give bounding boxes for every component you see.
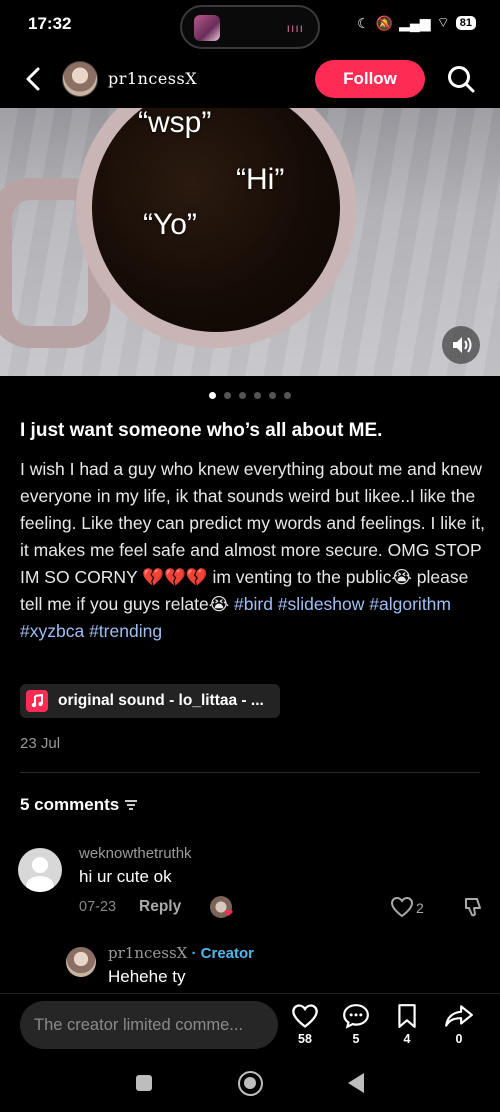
comment-bubble-icon (343, 1004, 369, 1029)
wifi-icon: ⌔ (436, 14, 450, 30)
search-icon[interactable] (446, 64, 476, 94)
sound-label: original sound - lo_littaa - ... (58, 692, 264, 709)
status-bar: 17:32 ıııı ☾ 🔕 ▂▄▆ ⌔ 81 (0, 0, 500, 52)
post-header: pr1ncessX Follow (0, 56, 500, 102)
speaker-icon (453, 337, 472, 353)
crying-emoji: 😭 (391, 567, 412, 587)
share-button[interactable]: 0 (439, 1003, 479, 1046)
sort-icon[interactable] (123, 798, 139, 812)
author-username[interactable]: pr1ncessX (108, 69, 197, 88)
overlay-text-yo: “Yo” (143, 208, 197, 241)
signal-icon: ▂▄▆ (399, 14, 431, 31)
comment-button[interactable]: 5 (336, 1003, 376, 1046)
comment-text: hi ur cute ok (79, 867, 172, 886)
post-date: 23 Jul (20, 735, 61, 752)
back-triangle-icon[interactable] (348, 1073, 364, 1093)
creator-reply-avatar[interactable] (66, 947, 96, 977)
commenter-avatar[interactable] (18, 848, 62, 892)
follow-button[interactable]: Follow (315, 60, 425, 98)
now-playing-thumbnail (194, 15, 220, 41)
status-icons: ☾ 🔕 ▂▄▆ ⌔ 81 (357, 14, 476, 32)
share-arrow-icon (445, 1005, 473, 1027)
dislike-icon[interactable] (462, 896, 484, 918)
comment-like-count: 2 (416, 900, 424, 916)
volume-button[interactable] (442, 326, 480, 364)
slide-indicator (0, 392, 500, 399)
hashtag-link[interactable]: #algorithm (369, 594, 451, 614)
slideshow-media[interactable]: “wsp” “Hi” “Yo” (0, 108, 500, 376)
share-count: 0 (455, 1032, 463, 1046)
system-nav-bar (0, 1055, 500, 1112)
creator-liked-heart-icon: ❤ (224, 908, 234, 920)
back-arrow-icon[interactable] (22, 66, 46, 92)
home-icon[interactable] (238, 1071, 263, 1096)
caption-body: I wish I had a guy who knew everything a… (20, 456, 485, 645)
comment-username[interactable]: weknowthetruthk (79, 845, 192, 862)
recents-icon[interactable] (136, 1075, 152, 1091)
creator-badge: · Creator (187, 945, 255, 962)
slide-dot[interactable] (224, 392, 231, 399)
slide-dot[interactable] (254, 392, 261, 399)
dnd-moon-icon: ☾ (357, 14, 370, 31)
overlay-text-hi: “Hi” (236, 163, 285, 196)
save-count: 4 (403, 1032, 411, 1046)
comment-date: 07-23 (79, 899, 117, 915)
hashtag-link[interactable]: #xyzbca (20, 621, 84, 641)
comment-heart-icon[interactable] (390, 896, 414, 918)
slide-dot[interactable] (209, 392, 216, 399)
author-avatar[interactable] (62, 61, 98, 97)
slide-dot[interactable] (239, 392, 246, 399)
reply-username: pr1ncessX (108, 944, 188, 962)
broken-heart-emoji: 💔💔💔 (142, 567, 208, 587)
like-count: 58 (298, 1032, 312, 1046)
music-note-icon (26, 690, 48, 712)
comments-count: 5 comments (20, 795, 120, 814)
like-button[interactable]: 58 (285, 1003, 325, 1046)
original-sound-chip[interactable]: original sound - lo_littaa - ... (20, 684, 280, 718)
comments-header[interactable]: 5 comments (20, 795, 139, 815)
save-button[interactable]: 4 (387, 1003, 427, 1046)
dynamic-island[interactable]: ıııı (180, 5, 320, 49)
caption-title: I just want someone who’s all about ME. (20, 420, 383, 441)
heart-icon (292, 1004, 318, 1028)
comment-input[interactable] (20, 1001, 278, 1049)
caption-text: im venting to the public (207, 567, 392, 587)
crying-emoji: 😭 (208, 594, 230, 614)
bottom-action-bar: 58 5 4 0 (0, 993, 500, 1055)
reply-button[interactable]: Reply (139, 898, 181, 916)
battery-icon: 81 (455, 16, 476, 30)
reply-text: Hehehe ty (108, 967, 186, 986)
comment-count: 5 (352, 1032, 360, 1046)
overlay-text-wsp: “wsp” (138, 108, 212, 139)
reply-author[interactable]: pr1ncessX · Creator (108, 944, 254, 962)
slide-dot[interactable] (284, 392, 291, 399)
muted-bell-icon: 🔕 (375, 14, 394, 31)
hashtag-link[interactable]: #slideshow (278, 594, 365, 614)
slide-dot[interactable] (269, 392, 276, 399)
hashtag-link[interactable]: #trending (89, 621, 162, 641)
hashtag-link[interactable]: #bird (234, 594, 273, 614)
divider (20, 772, 480, 773)
status-time: 17:32 (28, 14, 72, 33)
audio-wave-icon: ıııı (286, 21, 304, 35)
bookmark-icon (398, 1004, 416, 1028)
